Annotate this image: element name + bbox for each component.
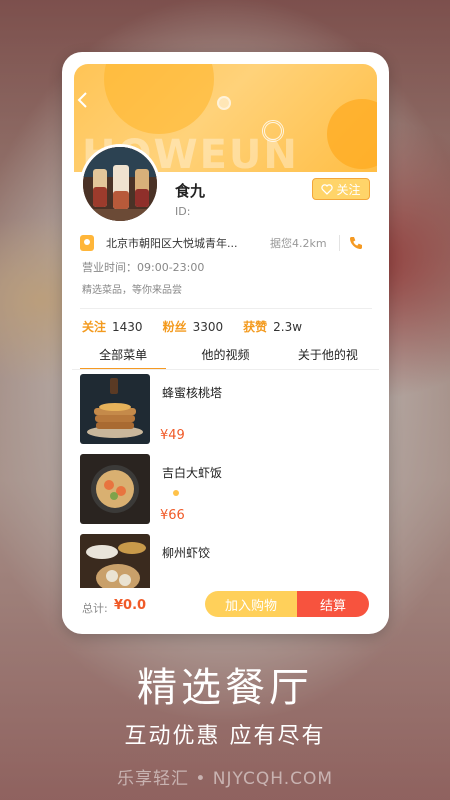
menu-list: 蜂蜜核桃塔 ¥49 吉白大虾饭 ¥66 柳州虾饺 (80, 374, 372, 614)
divider (338, 235, 340, 251)
cart-dot-icon (173, 490, 179, 496)
tab-about[interactable]: 关于他的视 (277, 344, 379, 369)
promo-subheadline: 互动优惠 应有尽有 (124, 724, 326, 749)
store-slogan: 精选菜品，等你来品尝 (82, 285, 182, 296)
divider (80, 308, 372, 309)
list-item[interactable]: 吉白大虾饭 ¥66 (80, 454, 372, 534)
decor-circle (327, 99, 377, 169)
tab-bar: 全部菜单 他的视频 关于他的视 (72, 344, 379, 370)
store-id: ID: (175, 205, 191, 218)
location-icon (80, 235, 94, 251)
follow-label: 关注 (336, 182, 361, 197)
dish-name: 蜂蜜核桃塔 (162, 386, 223, 400)
opening-hours: 营业时间：09:00-23:00 (82, 261, 205, 274)
follow-button[interactable]: 关注 (312, 178, 370, 200)
store-distance: 据您4.2km (270, 237, 327, 250)
checkout-bar: 总计: ¥0.0 加入购物 结算 (62, 588, 389, 628)
decor-dot (217, 96, 231, 110)
dish-price: ¥49 (160, 428, 185, 443)
app-card: HOWEUN 食九 ID: 关注 北京市朝阳区大悦城青年... 据您4.2km … (62, 52, 389, 634)
phone-icon[interactable] (348, 235, 364, 251)
dish-name: 柳州虾饺 (162, 546, 211, 560)
heart-icon (321, 183, 334, 195)
total-label: 总计: (82, 602, 108, 615)
promo-headline: 精选餐厅 (137, 665, 313, 711)
decor-circle (104, 64, 214, 134)
promo-watermark: 乐享轻汇 • NJYCQH.COM (116, 769, 334, 789)
store-avatar (80, 144, 160, 224)
store-address[interactable]: 北京市朝阳区大悦城青年... (106, 235, 256, 251)
dish-price: ¥66 (160, 508, 185, 523)
stat-following[interactable]: 关注 1430 (82, 318, 143, 335)
list-item[interactable]: 蜂蜜核桃塔 ¥49 (80, 374, 372, 454)
dish-image (80, 374, 150, 444)
dish-name: 吉白大虾饭 (162, 466, 223, 480)
address-row: 北京市朝阳区大悦城青年... 据您4.2km (80, 232, 372, 254)
stat-likes[interactable]: 获赞 2.3w (243, 318, 302, 335)
back-arrow-icon[interactable] (76, 90, 90, 110)
tab-videos[interactable]: 他的视频 (174, 344, 276, 369)
total-value: ¥0.0 (114, 598, 147, 613)
checkout-button[interactable]: 结算 (297, 591, 369, 617)
stat-followers[interactable]: 粉丝 3300 (163, 318, 224, 335)
store-name: 食九 (175, 182, 206, 200)
dish-image (80, 454, 150, 524)
add-to-cart-button[interactable]: 加入购物 (205, 591, 297, 617)
tab-all-menu[interactable]: 全部菜单 (72, 344, 174, 369)
stats-row: 关注 1430 粉丝 3300 获赞 2.3w (82, 318, 302, 335)
